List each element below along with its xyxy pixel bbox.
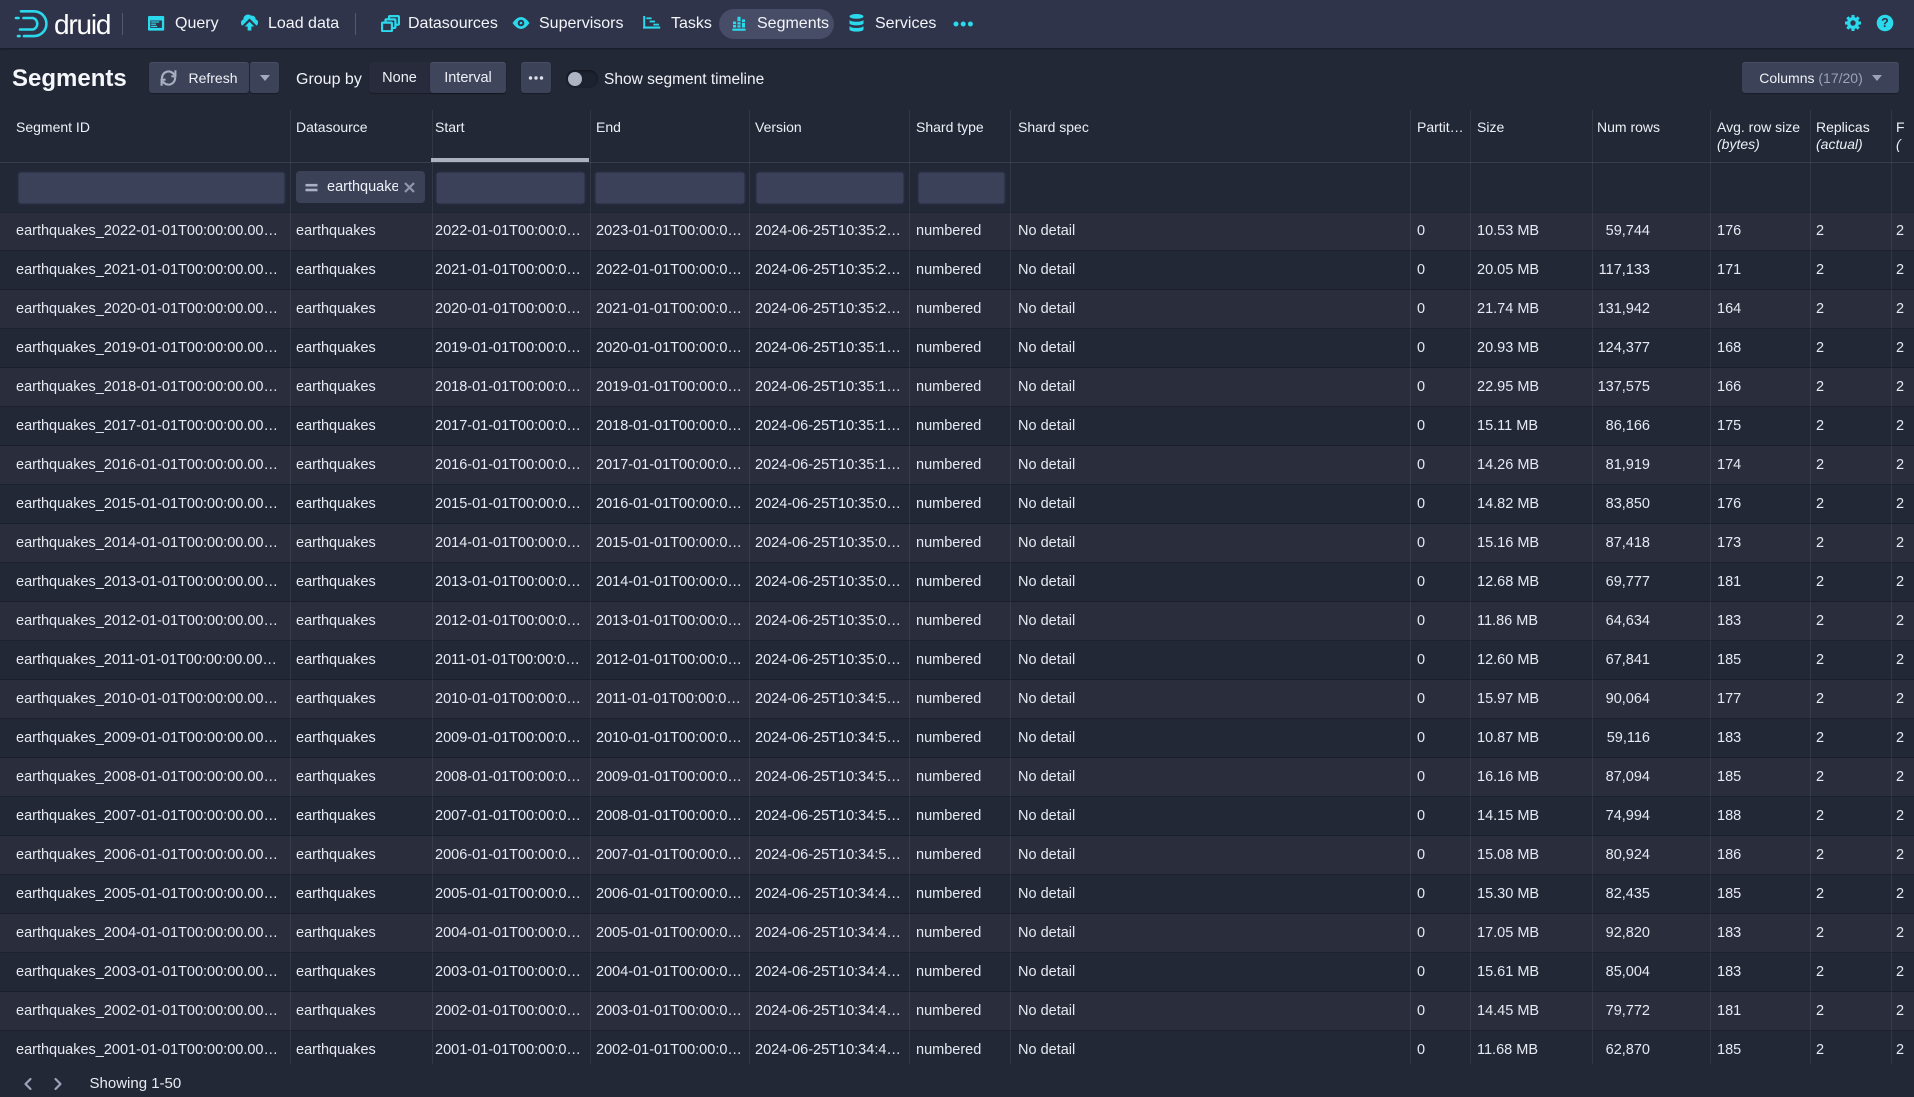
svg-text:?: ? bbox=[1881, 16, 1889, 30]
